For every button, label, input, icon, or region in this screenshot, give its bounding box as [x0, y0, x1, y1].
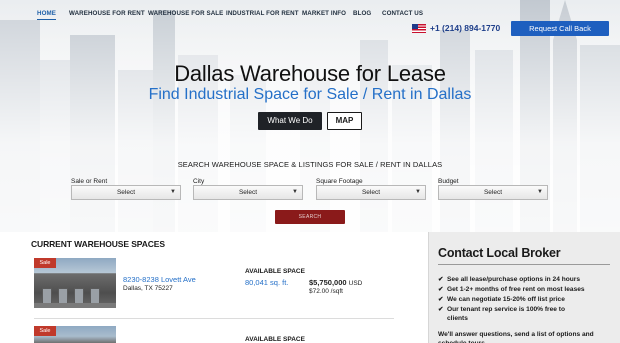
- available-space-label: AVAILABLE SPACE: [245, 268, 305, 275]
- broker-divider: [438, 264, 610, 265]
- price-amount: $5,750,000: [309, 278, 347, 287]
- listing-city: Dallas, TX 75227: [123, 285, 173, 292]
- nav-warehouse-for-sale[interactable]: WAREHOUSE FOR SALE: [148, 10, 223, 17]
- listings-heading: CURRENT WAREHOUSE SPACES: [31, 239, 165, 249]
- nav-home[interactable]: HOME: [37, 10, 56, 20]
- broker-title: Contact Local Broker: [438, 246, 561, 260]
- check-icon: ✔: [438, 296, 444, 303]
- nav-market-info[interactable]: MARKET INFO: [302, 10, 346, 17]
- search-button[interactable]: SEARCH: [275, 210, 345, 224]
- nav-warehouse-for-rent[interactable]: WAREHOUSE FOR RENT: [69, 10, 145, 17]
- what-we-do-button[interactable]: What We Do: [258, 112, 322, 130]
- chevron-down-icon: ▼: [170, 189, 176, 195]
- select-value: Select: [116, 189, 136, 196]
- filter-label-sale-or-rent: Sale or Rent: [71, 178, 108, 185]
- nav-blog[interactable]: BLOG: [353, 10, 371, 17]
- broker-benefit: ✔ Get 1-2+ months of free rent on most le…: [438, 286, 585, 293]
- chevron-down-icon: ▼: [415, 189, 421, 195]
- select-value: Select: [361, 189, 381, 196]
- broker-benefit: ✔ Our tenant rep service is 100% free to: [438, 306, 566, 313]
- price-currency: USD: [348, 280, 363, 287]
- broker-footer-text: We'll answer questions, send a list of o…: [438, 331, 594, 343]
- broker-benefit-continuation: clients: [447, 315, 468, 322]
- nav-contact-us[interactable]: CONTACT US: [382, 10, 423, 17]
- available-space-label: AVAILABLE SPACE: [245, 336, 305, 343]
- price-per-sqft: $72.00 /sqft: [309, 288, 343, 295]
- us-flag-icon: [412, 23, 426, 33]
- check-icon: ✔: [438, 306, 444, 313]
- city-select[interactable]: Select ▼: [193, 185, 303, 200]
- listing-size: 80,041 sq. ft.: [245, 278, 289, 287]
- phone-number[interactable]: +1 (214) 894-1770: [430, 23, 500, 33]
- nav-industrial-for-rent[interactable]: INDUSTRIAL FOR RENT: [226, 10, 299, 17]
- check-icon: ✔: [438, 286, 444, 293]
- broker-benefit: ✔ See all lease/purchase options in 24 ho…: [438, 276, 581, 283]
- check-icon: ✔: [438, 276, 444, 283]
- page-subtitle: Find Industrial Space for Sale / Rent in…: [148, 86, 472, 103]
- chevron-down-icon: ▼: [292, 189, 298, 195]
- filter-label-city: City: [193, 178, 205, 185]
- listing-divider: [34, 318, 394, 319]
- sale-badge: Sale: [34, 258, 56, 268]
- map-button[interactable]: MAP: [327, 112, 362, 130]
- filter-label-budget: Budget: [438, 178, 459, 185]
- select-value: Select: [238, 189, 258, 196]
- sale-or-rent-select[interactable]: Select ▼: [71, 185, 181, 200]
- sale-badge: Sale: [34, 326, 56, 336]
- listing-address-link[interactable]: 8230-8238 Lovett Ave: [123, 275, 196, 284]
- listing-price: $5,750,000 USD: [309, 278, 362, 287]
- phone-contact[interactable]: +1 (214) 894-1770: [412, 23, 500, 33]
- search-heading: SEARCH WAREHOUSE SPACE & LISTINGS FOR SA…: [177, 160, 443, 169]
- request-call-back-button[interactable]: Request Call Back: [511, 21, 609, 36]
- select-value: Select: [483, 189, 503, 196]
- budget-select[interactable]: Select ▼: [438, 185, 548, 200]
- square-footage-select[interactable]: Select ▼: [316, 185, 426, 200]
- chevron-down-icon: ▼: [537, 189, 543, 195]
- broker-benefit: ✔ We can negotiate 15-20% off list price: [438, 296, 565, 303]
- page-title: Dallas Warehouse for Lease: [174, 61, 446, 86]
- filter-label-square-footage: Square Footage: [316, 178, 363, 185]
